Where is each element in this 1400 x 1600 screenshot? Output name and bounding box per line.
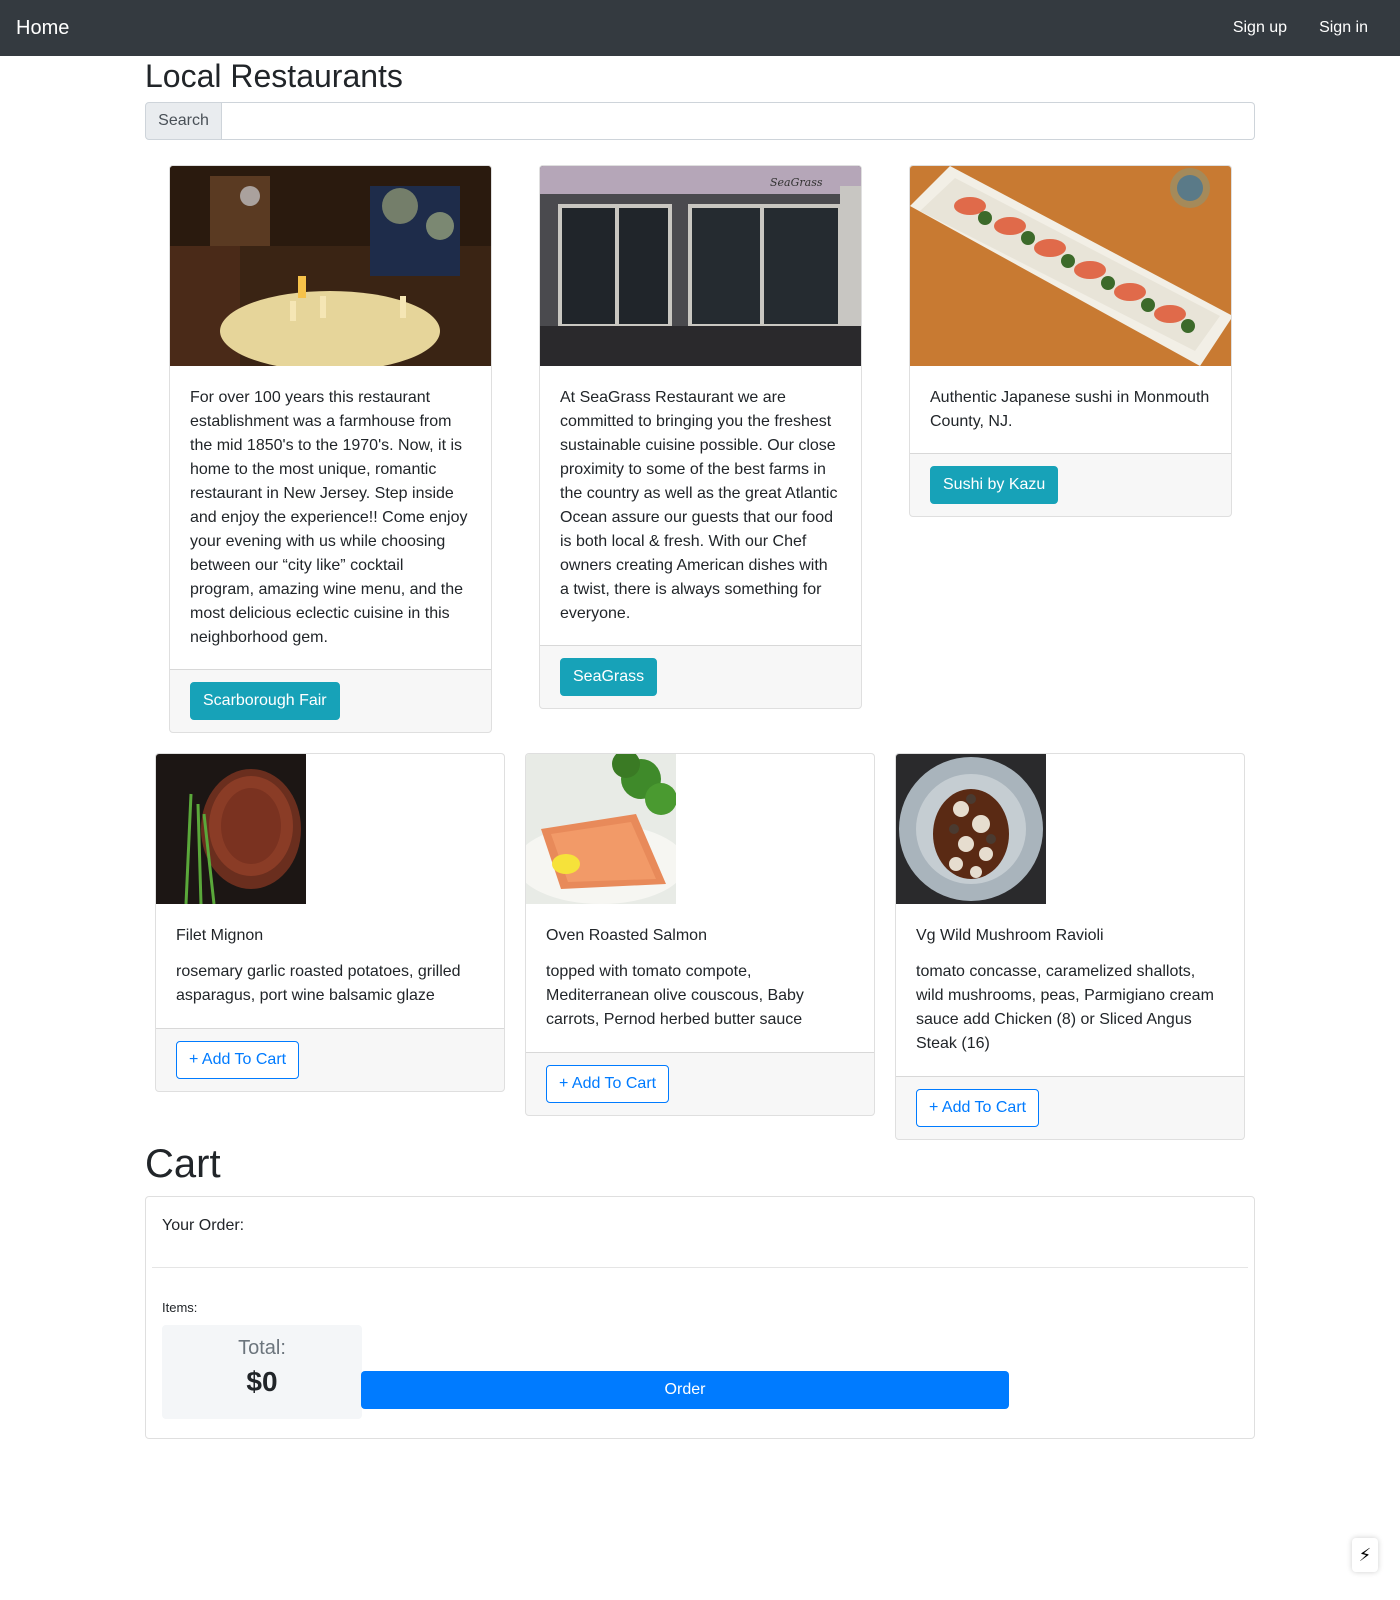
menu-item-body: Oven Roasted Salmon topped with tomato c… xyxy=(526,904,874,1052)
restaurant-card-2: SeaGrass At SeaGrass Restaurant we are c… xyxy=(539,165,862,709)
steak-photo xyxy=(156,754,306,904)
sushi-plate-photo xyxy=(910,166,1231,366)
sign-in-link[interactable]: Sign in xyxy=(1319,19,1368,37)
seagrass-button[interactable]: SeaGrass xyxy=(560,658,658,696)
menu-item-name: Filet Mignon xyxy=(176,927,264,944)
cart-divider xyxy=(152,1267,1248,1268)
menu-item-description: topped with tomato compote, Mediterranea… xyxy=(546,963,804,1028)
sushi-by-kazu-button[interactable]: Sushi by Kazu xyxy=(930,466,1059,504)
ravioli-photo xyxy=(896,754,1046,904)
order-button[interactable]: Order xyxy=(361,1371,1009,1409)
menu-item-card-2: Oven Roasted Salmon topped with tomato c… xyxy=(525,753,875,1116)
add-to-cart-button[interactable]: + Add To Cart xyxy=(176,1041,300,1079)
total-value: $0 xyxy=(246,1366,278,1397)
restaurant-card-3: Authentic Japanese sushi in Monmouth Cou… xyxy=(909,165,1232,517)
cart-panel: Your Order: Items: Total: $0 Order xyxy=(145,1196,1255,1439)
menu-item-body: Filet Mignon rosemary garlic roasted pot… xyxy=(156,904,504,1028)
add-to-cart-button[interactable]: + Add To Cart xyxy=(916,1089,1040,1127)
cart-title: Cart xyxy=(145,1142,221,1186)
search-label: Search xyxy=(145,102,222,140)
auth-links: Sign up Sign in xyxy=(1233,19,1384,37)
items-label: Items: xyxy=(162,1300,198,1315)
restaurant-description: For over 100 years this restaurant estab… xyxy=(190,389,468,646)
total-box: Total: $0 xyxy=(162,1325,362,1419)
restaurant-card-footer: Sushi by Kazu xyxy=(910,453,1231,516)
search-input[interactable] xyxy=(222,102,1255,140)
main-container: Local Restaurants Search xyxy=(145,56,1255,140)
salmon-photo xyxy=(526,754,676,904)
menu-item-body: Vg Wild Mushroom Ravioli tomato concasse… xyxy=(896,904,1244,1076)
restaurant-card-footer: SeaGrass xyxy=(540,645,861,708)
restaurant-storefront-photo: SeaGrass xyxy=(540,166,861,366)
your-order-label: Your Order: xyxy=(162,1217,245,1234)
menu-item-footer: + Add To Cart xyxy=(896,1076,1244,1139)
menu-item-description: rosemary garlic roasted potatoes, grille… xyxy=(176,963,461,1004)
total-label: Total: xyxy=(238,1337,286,1359)
restaurant-interior-photo xyxy=(170,166,491,366)
menu-item-name: Vg Wild Mushroom Ravioli xyxy=(916,927,1104,944)
restaurant-card-footer: Scarborough Fair xyxy=(170,669,491,732)
menu-item-card-1: Filet Mignon rosemary garlic roasted pot… xyxy=(155,753,505,1092)
home-link[interactable]: Home xyxy=(16,17,69,40)
add-to-cart-button[interactable]: + Add To Cart xyxy=(546,1065,670,1103)
menu-item-footer: + Add To Cart xyxy=(156,1028,504,1091)
svg-text:SeaGrass: SeaGrass xyxy=(770,176,823,189)
menu-item-card-3: Vg Wild Mushroom Ravioli tomato concasse… xyxy=(895,753,1245,1140)
menu-item-name: Oven Roasted Salmon xyxy=(546,927,707,944)
menu-item-footer: + Add To Cart xyxy=(526,1052,874,1115)
search-group: Search xyxy=(145,102,1255,140)
restaurant-description: At SeaGrass Restaurant we are committed … xyxy=(560,389,838,622)
menu-item-description: tomato concasse, caramelized shallots, w… xyxy=(916,963,1214,1052)
sign-up-link[interactable]: Sign up xyxy=(1233,19,1287,37)
restaurant-card-1: For over 100 years this restaurant estab… xyxy=(169,165,492,733)
lightning-icon[interactable]: ⚡︎ xyxy=(1352,1538,1378,1572)
restaurant-description: Authentic Japanese sushi in Monmouth Cou… xyxy=(930,389,1210,430)
top-navbar: Home Sign up Sign in xyxy=(0,0,1400,56)
scarborough-fair-button[interactable]: Scarborough Fair xyxy=(190,682,340,720)
page-title: Local Restaurants xyxy=(145,58,403,94)
